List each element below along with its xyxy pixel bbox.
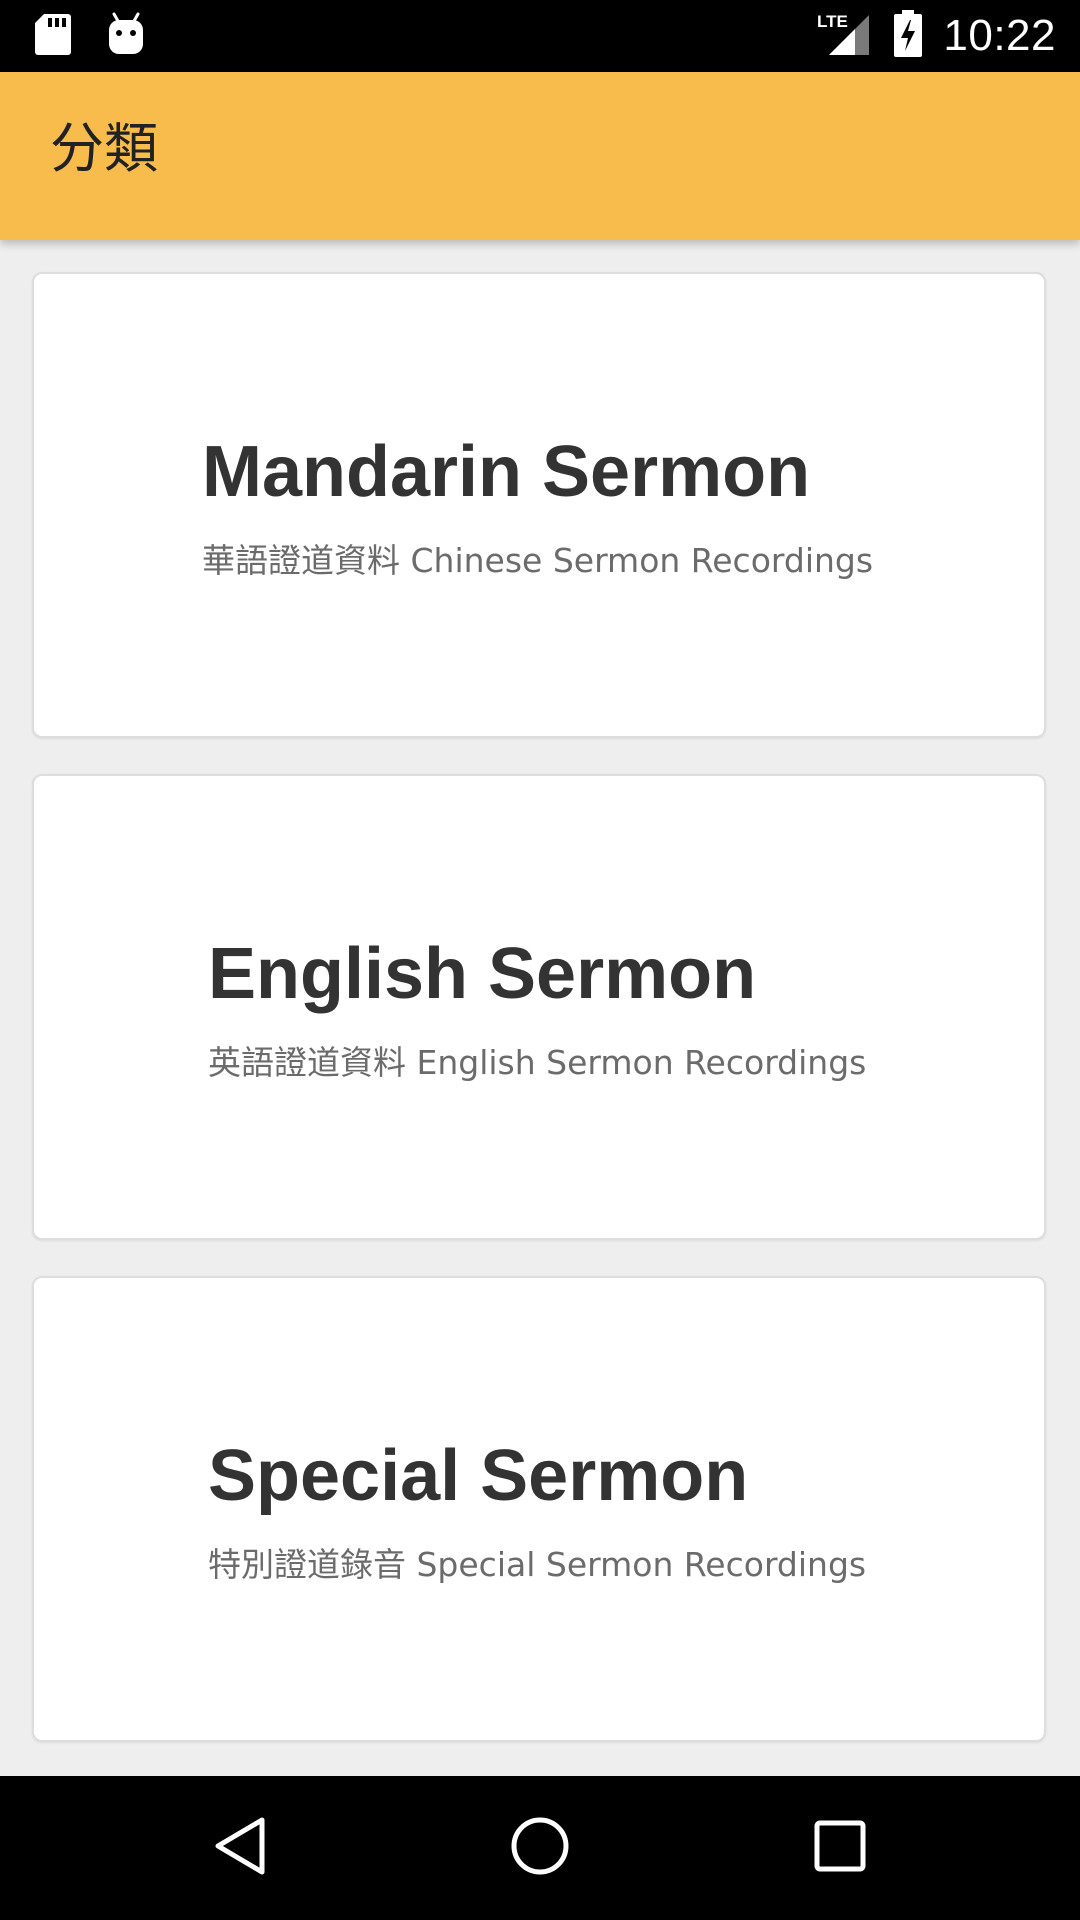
back-icon [212, 1816, 268, 1880]
battery-charging-icon [893, 10, 923, 62]
screen: LTE 10:22 分類 Mandarin Sermon 華語證道資料 Chin… [0, 0, 1080, 1920]
card-title: English Sermon [208, 934, 757, 1014]
card-subtitle: 英語證道資料 English Sermon Recordings [208, 1043, 867, 1082]
card-title: Mandarin Sermon [202, 432, 811, 512]
navigation-bar [0, 1776, 1080, 1920]
clock: 10:22 [943, 11, 1056, 60]
android-icon [106, 12, 146, 60]
card-subtitle: 特別證道錄音 Special Sermon Recordings [208, 1545, 867, 1584]
category-card-special[interactable]: Special Sermon 特別證道錄音 Special Sermon Rec… [32, 1276, 1046, 1742]
page-title: 分類 [50, 117, 158, 180]
recents-button[interactable] [800, 1808, 880, 1888]
card-subtitle: 華語證道資料 Chinese Sermon Recordings [202, 541, 874, 580]
svg-text:LTE: LTE [817, 12, 848, 31]
system-status-icons: LTE 10:22 [817, 0, 1056, 72]
notification-icons [34, 12, 146, 60]
home-button[interactable] [500, 1808, 580, 1888]
category-card-english[interactable]: English Sermon 英語證道資料 English Sermon Rec… [32, 774, 1046, 1240]
recents-icon [813, 1819, 867, 1877]
lte-signal-icon: LTE [817, 11, 873, 61]
back-button[interactable] [200, 1808, 280, 1888]
category-card-mandarin[interactable]: Mandarin Sermon 華語證道資料 Chinese Sermon Re… [32, 272, 1046, 738]
home-icon [510, 1816, 570, 1880]
status-bar: LTE 10:22 [0, 0, 1080, 72]
app-bar: 分類 [0, 72, 1080, 240]
card-title: Special Sermon [208, 1436, 749, 1516]
sd-card-icon [34, 12, 72, 60]
